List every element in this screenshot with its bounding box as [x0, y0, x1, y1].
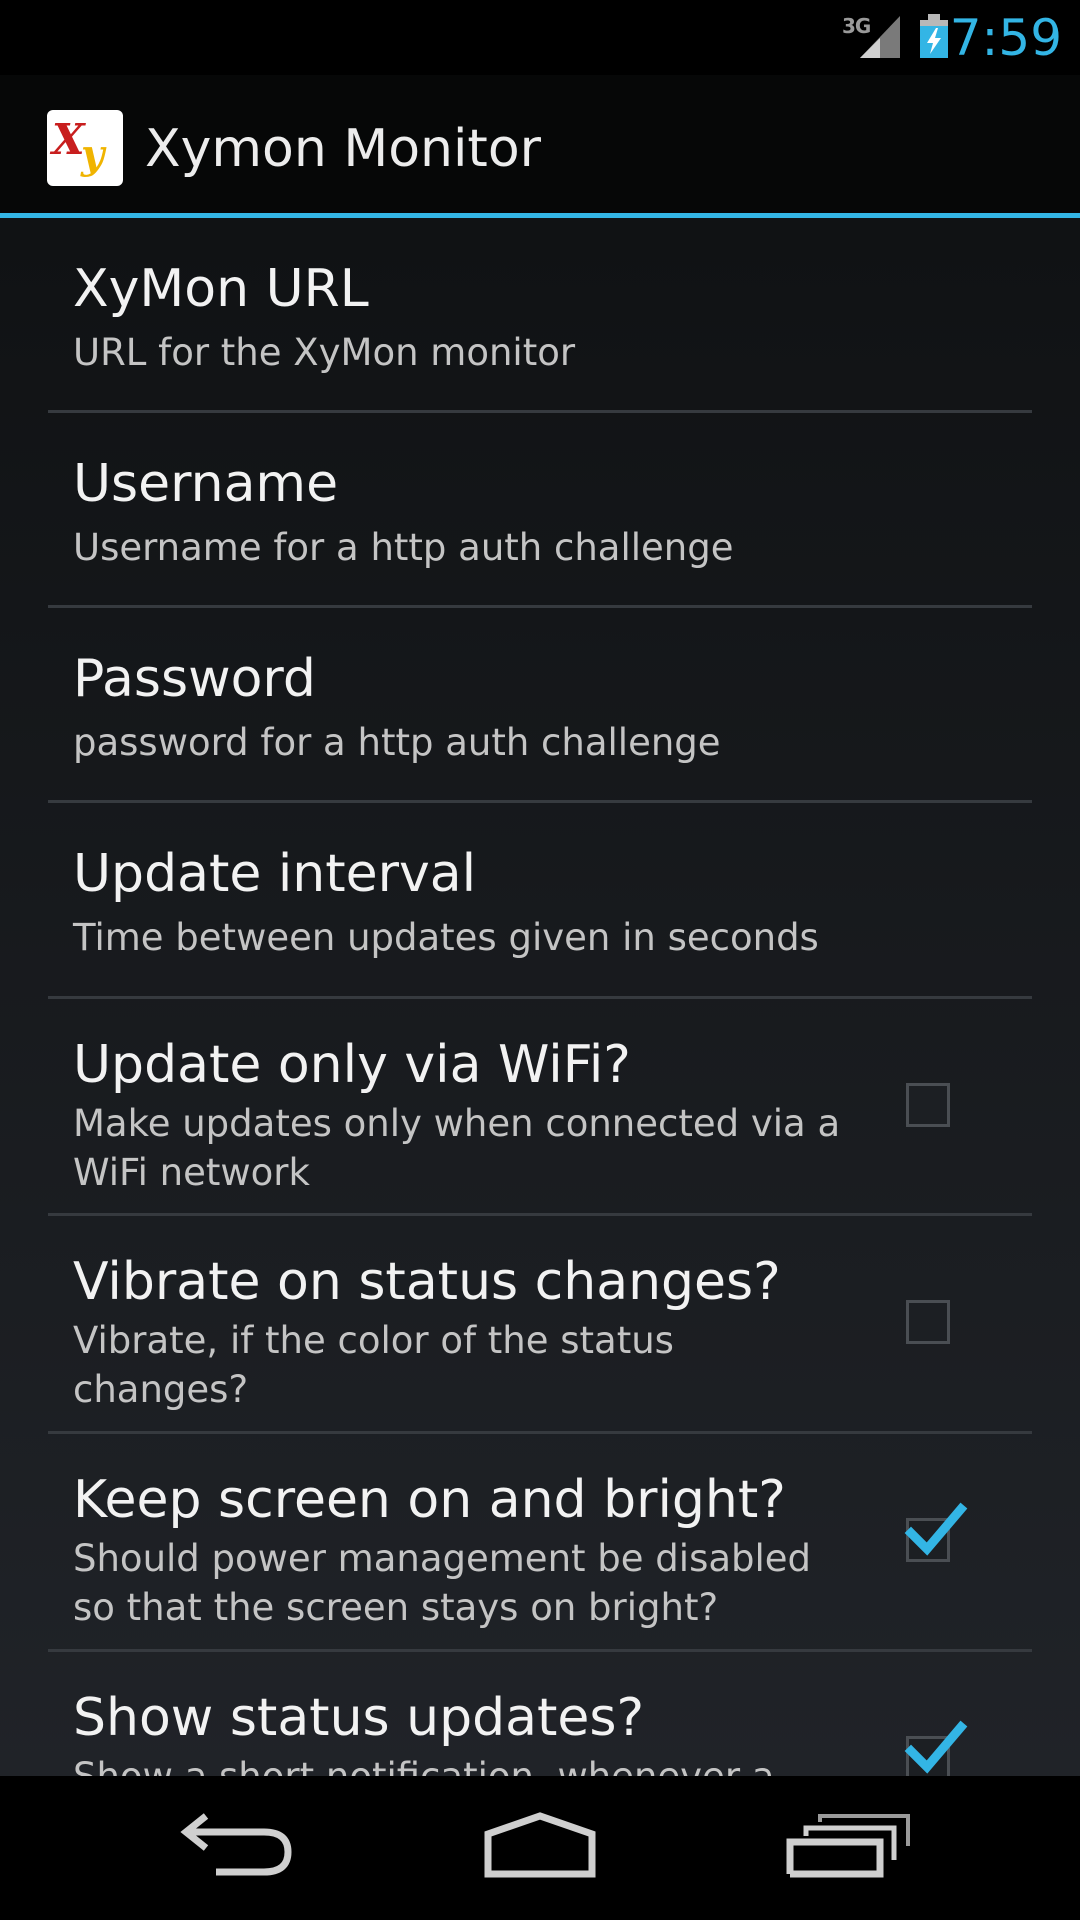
pref-wifi-only[interactable]: Update only via WiFi? Make updates only … [48, 999, 1032, 1216]
back-button[interactable] [140, 1776, 340, 1920]
pref-update-interval[interactable]: Update interval Time between updates giv… [48, 803, 1032, 999]
pref-title: Password [73, 649, 316, 709]
checkmark-icon [904, 1720, 968, 1774]
show-status-updates-checkbox[interactable] [904, 1720, 968, 1776]
keep-screen-on-checkbox[interactable] [904, 1502, 968, 1562]
recents-button[interactable] [744, 1776, 944, 1920]
home-icon [484, 1812, 596, 1878]
app-title: Xymon Monitor [145, 119, 542, 179]
pref-summary: Show a short notification, whenever a [73, 1752, 843, 1776]
pref-title: Username [73, 454, 339, 514]
pref-title: XyMon URL [73, 259, 369, 319]
pref-summary: Make updates only when connected via a W… [73, 1102, 841, 1194]
pref-keep-screen-on[interactable]: Keep screen on and bright? Should power … [48, 1434, 1032, 1652]
pref-title: Keep screen on and bright? [73, 1470, 786, 1530]
status-bar: 3G 7:59 [0, 0, 1080, 75]
back-icon [180, 1813, 292, 1876]
pref-show-status-updates[interactable]: Show status updates? Show a short notifi… [48, 1652, 1032, 1776]
pref-password[interactable]: Password password for a http auth challe… [48, 608, 1032, 803]
app-logo[interactable]: X y [47, 110, 123, 186]
pref-username[interactable]: Username Username for a http auth challe… [48, 413, 1032, 608]
home-button[interactable] [440, 1776, 640, 1920]
pref-title: Update only via WiFi? [73, 1035, 631, 1095]
pref-summary: password for a http auth challenge [73, 721, 721, 764]
wifi-only-checkbox[interactable] [906, 1083, 950, 1127]
action-bar: X y Xymon Monitor [0, 75, 1080, 215]
pref-summary: Time between updates given in seconds [73, 916, 819, 959]
preference-list[interactable]: XyMon URL URL for the XyMon monitor User… [0, 218, 1080, 1776]
signal-icon [860, 16, 900, 58]
pref-title: Update interval [73, 844, 477, 904]
recents-icon [786, 1814, 910, 1878]
logo-y: y [80, 131, 107, 178]
pref-title: Vibrate on status changes? [73, 1252, 781, 1312]
pref-summary: Should power management be disabled so t… [73, 1537, 812, 1629]
vibrate-checkbox[interactable] [906, 1300, 950, 1344]
screen: 3G 7:59 X y Xymon Monitor XyMon URL URL … [0, 0, 1080, 1920]
checkmark-icon [904, 1502, 968, 1556]
pref-summary: Vibrate, if the color of the status chan… [73, 1319, 674, 1411]
pref-summary: URL for the XyMon monitor [73, 331, 576, 374]
pref-summary: Username for a http auth challenge [73, 526, 734, 569]
battery-charging-icon [920, 14, 948, 58]
pref-vibrate[interactable]: Vibrate on status changes? Vibrate, if t… [48, 1216, 1032, 1434]
clock: 7:59 [949, 9, 1062, 67]
pref-title: Show status updates? [73, 1688, 645, 1748]
navigation-bar [0, 1776, 1080, 1920]
app-logo-icon: X y [49, 115, 107, 178]
pref-xymon-url[interactable]: XyMon URL URL for the XyMon monitor [48, 218, 1032, 413]
